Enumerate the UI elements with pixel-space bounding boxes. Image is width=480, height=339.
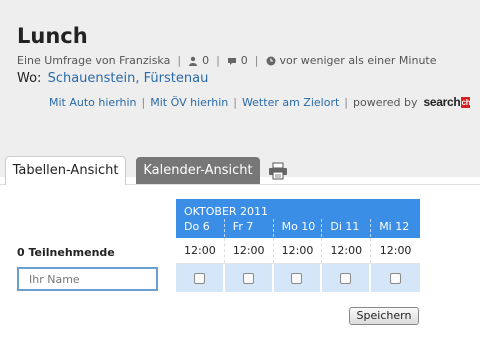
checkbox-cell bbox=[371, 264, 420, 292]
time-label: 12:00 bbox=[274, 238, 323, 263]
location-row: Wo: Schauenstein, Fürstenau bbox=[17, 71, 208, 86]
logo-suffix: ch bbox=[461, 96, 471, 108]
separator: | bbox=[177, 54, 182, 67]
time-row: 12:00 12:00 12:00 12:00 12:00 bbox=[176, 238, 420, 264]
checkbox-cell bbox=[273, 264, 323, 292]
location-link[interactable]: Schauenstein, Fürstenau bbox=[48, 71, 209, 86]
checkbox-cell bbox=[224, 264, 274, 292]
separator: | bbox=[141, 95, 146, 109]
search-ch-logo[interactable]: search ch bbox=[424, 95, 471, 109]
separator: | bbox=[233, 95, 237, 109]
tab-calendar-view[interactable]: Kalender-Ansicht bbox=[136, 157, 260, 184]
checkbox-row bbox=[176, 264, 420, 292]
name-input[interactable] bbox=[17, 267, 158, 291]
day-label: Mi 12 bbox=[379, 220, 410, 233]
separator: | bbox=[254, 54, 259, 67]
page-title: Lunch bbox=[17, 24, 88, 48]
separator: | bbox=[344, 95, 349, 109]
location-links: Mit Auto hierhin | Mit ÖV hierhin | Wett… bbox=[49, 95, 471, 109]
poll-meta: Eine Umfrage von Franziska | 0 | 0 | vor… bbox=[17, 54, 437, 67]
date-header: OKTOBER 2011 Do 6 Fr 7 Mo 10 Di 11 Mi 12 bbox=[176, 199, 420, 238]
comment-icon bbox=[227, 57, 236, 65]
separator: | bbox=[216, 54, 220, 67]
day-label: Di 11 bbox=[322, 219, 372, 237]
date-grid: OKTOBER 2011 Do 6 Fr 7 Mo 10 Di 11 Mi 12… bbox=[176, 199, 420, 292]
weather-link[interactable]: Wetter am Zielort bbox=[242, 96, 339, 109]
public-transport-link[interactable]: Mit ÖV hierhin bbox=[150, 96, 228, 109]
date-checkbox[interactable] bbox=[291, 272, 303, 284]
tab-table-view[interactable]: Tabellen-Ansicht bbox=[5, 156, 126, 185]
user-icon bbox=[189, 56, 198, 66]
date-checkbox[interactable] bbox=[242, 272, 254, 284]
checkbox-cell bbox=[322, 264, 372, 292]
month-label: OKTOBER 2011 bbox=[184, 205, 269, 218]
time-label: 12:00 bbox=[379, 244, 412, 257]
save-button[interactable]: Speichern bbox=[349, 307, 419, 325]
time-ago: vor weniger als einer Minute bbox=[279, 54, 437, 67]
time-label: 12:00 bbox=[176, 238, 225, 263]
checkbox-cell bbox=[176, 264, 225, 292]
poll-header: Lunch Eine Umfrage von Franziska | 0 | 0… bbox=[0, 0, 480, 177]
day-row: Do 6 Fr 7 Mo 10 Di 11 Mi 12 bbox=[176, 219, 420, 237]
participants-count: 0 bbox=[202, 54, 210, 67]
time-label: 12:00 bbox=[322, 238, 372, 263]
printer-icon[interactable] bbox=[268, 162, 288, 180]
powered-by-text: powered by bbox=[353, 95, 418, 109]
author-line: Eine Umfrage von Franziska bbox=[17, 54, 171, 67]
date-checkbox[interactable] bbox=[340, 272, 352, 284]
day-label: Fr 7 bbox=[225, 219, 274, 237]
clock-icon bbox=[266, 56, 275, 65]
time-label: 12:00 bbox=[225, 238, 274, 263]
day-label: Mo 10 bbox=[274, 219, 323, 237]
comments-count: 0 bbox=[240, 54, 248, 67]
date-checkbox[interactable] bbox=[390, 272, 402, 284]
participants-label: 0 Teilnehmende bbox=[17, 246, 115, 259]
car-route-link[interactable]: Mit Auto hierhin bbox=[49, 96, 137, 109]
date-checkbox[interactable] bbox=[193, 272, 205, 284]
day-label: Do 6 bbox=[176, 219, 225, 237]
logo-text: search bbox=[423, 95, 461, 109]
location-label: Wo: bbox=[17, 71, 42, 86]
